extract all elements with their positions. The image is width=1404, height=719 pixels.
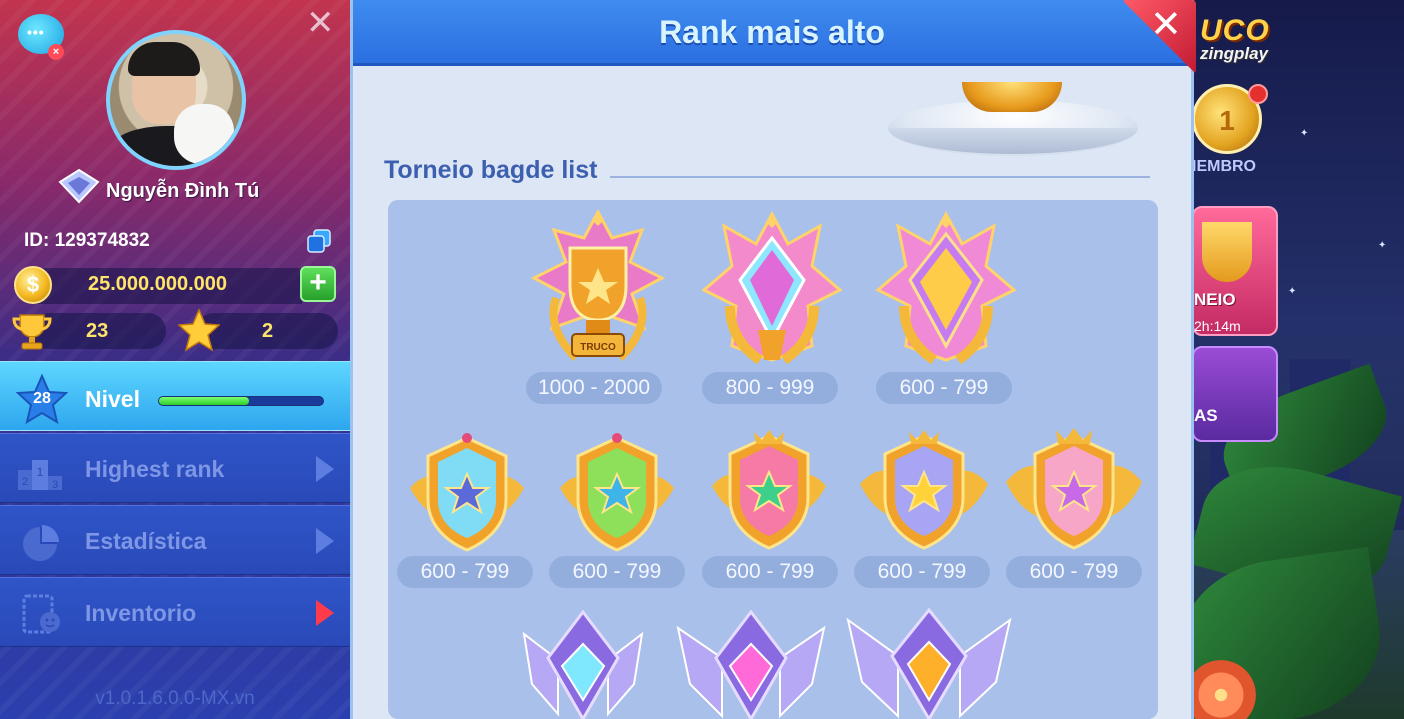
trophy-icon — [12, 314, 52, 350]
shield-badge-icon — [406, 430, 528, 554]
chat-disabled-icon: × — [48, 44, 64, 60]
more-card[interactable]: AS — [1192, 346, 1278, 442]
legend-crest-badge-icon — [874, 210, 1018, 370]
star-count: 2 — [262, 320, 274, 342]
menu-item-inventory[interactable]: Inventorio — [0, 577, 350, 647]
legend-crest-badge-icon — [700, 210, 844, 370]
shield-badge-icon — [556, 430, 678, 554]
score-range: 600 - 799 — [876, 372, 1012, 404]
copy-icon[interactable] — [306, 228, 332, 254]
crystal-badge-icon — [674, 604, 828, 719]
profile-panel: × ✕ Nguyễn Đình Tú ID: 129374832 $ 25.00… — [0, 0, 350, 719]
member-label: IEMBRO — [1192, 158, 1256, 175]
shield-badge-icon — [1004, 426, 1144, 552]
menu-label: Inventorio — [85, 600, 197, 626]
tournament-label: NEIO — [1194, 290, 1236, 309]
score-range: 600 - 799 — [549, 556, 685, 588]
section-divider — [610, 176, 1150, 178]
level-progress-bar — [158, 396, 324, 406]
version-label: v1.0.1.6.0.0-MX.vn — [95, 688, 255, 709]
score-range: 600 - 799 — [397, 556, 533, 588]
coin-icon: $ — [14, 266, 52, 304]
level-number: 28 — [33, 390, 51, 407]
pie-chart-icon — [23, 525, 59, 561]
rank-emblem-icon — [58, 168, 100, 204]
coin-balance: 25.000.000.000 — [88, 273, 228, 295]
score-range: 600 - 799 — [1006, 556, 1142, 588]
close-icon[interactable]: ✕ — [1150, 2, 1182, 47]
badge-caption: TRUCO — [580, 342, 616, 353]
score-range: 800 - 999 — [702, 372, 838, 404]
trophy-badge-icon: TRUCO — [526, 208, 670, 368]
close-icon[interactable]: ✕ — [306, 6, 335, 40]
chevron-right-icon — [316, 528, 334, 554]
inventory-icon — [22, 594, 60, 634]
svg-text:2: 2 — [22, 476, 28, 488]
score-range: 600 - 799 — [702, 556, 838, 588]
score-range: 600 - 799 — [854, 556, 990, 588]
game-logo: UCO zingplay — [1200, 14, 1270, 64]
add-coins-button[interactable]: + — [300, 266, 336, 302]
sparkle-icon: ✦ — [1300, 128, 1309, 139]
trophy-icon — [1202, 222, 1252, 282]
section-title: Torneio bagde list — [384, 156, 598, 184]
dialog-header: Rank mais alto — [353, 0, 1191, 66]
crystal-badge-icon — [846, 602, 1012, 719]
crystal-badge-icon — [518, 604, 648, 719]
podium-icon: 1 2 3 — [18, 460, 62, 491]
svg-text:3: 3 — [52, 479, 58, 491]
menu-item-statistics[interactable]: Estadística — [0, 505, 350, 575]
shield-badge-icon — [708, 428, 830, 552]
svg-text:1: 1 — [37, 465, 44, 479]
menu-label: Highest rank — [85, 456, 225, 482]
current-badge-icon — [962, 82, 1062, 112]
chevron-right-icon — [316, 600, 334, 626]
menu-label: Estadística — [85, 528, 207, 554]
trophy-count: 23 — [86, 320, 109, 342]
tournament-timer: 2h:14m — [1194, 318, 1241, 334]
avatar[interactable] — [106, 30, 246, 170]
more-label: AS — [1194, 406, 1218, 425]
chevron-right-icon — [316, 456, 334, 482]
star-icon — [178, 308, 220, 352]
menu-label: Nivel — [85, 386, 140, 412]
logo-subtitle: zingplay — [1200, 44, 1269, 63]
score-range: 1000 - 2000 — [526, 372, 662, 404]
level-progress-fill — [159, 397, 250, 405]
tournament-card[interactable]: NEIO 2h:14m — [1192, 206, 1278, 336]
menu-item-highest-rank[interactable]: 1 2 3 Highest rank — [0, 433, 350, 503]
notification-dot-icon — [1248, 84, 1268, 104]
player-id: ID: 129374832 — [24, 230, 150, 251]
shield-badge-icon — [858, 428, 990, 552]
player-name: Nguyễn Đình Tú — [106, 180, 260, 202]
logo-title: UCO — [1200, 14, 1270, 47]
medal-number: 1 — [1219, 105, 1235, 136]
sparkle-icon: ✦ — [1378, 240, 1387, 251]
dialog-title: Rank mais alto — [659, 14, 885, 50]
sparkle-icon: ✦ — [1288, 286, 1297, 297]
